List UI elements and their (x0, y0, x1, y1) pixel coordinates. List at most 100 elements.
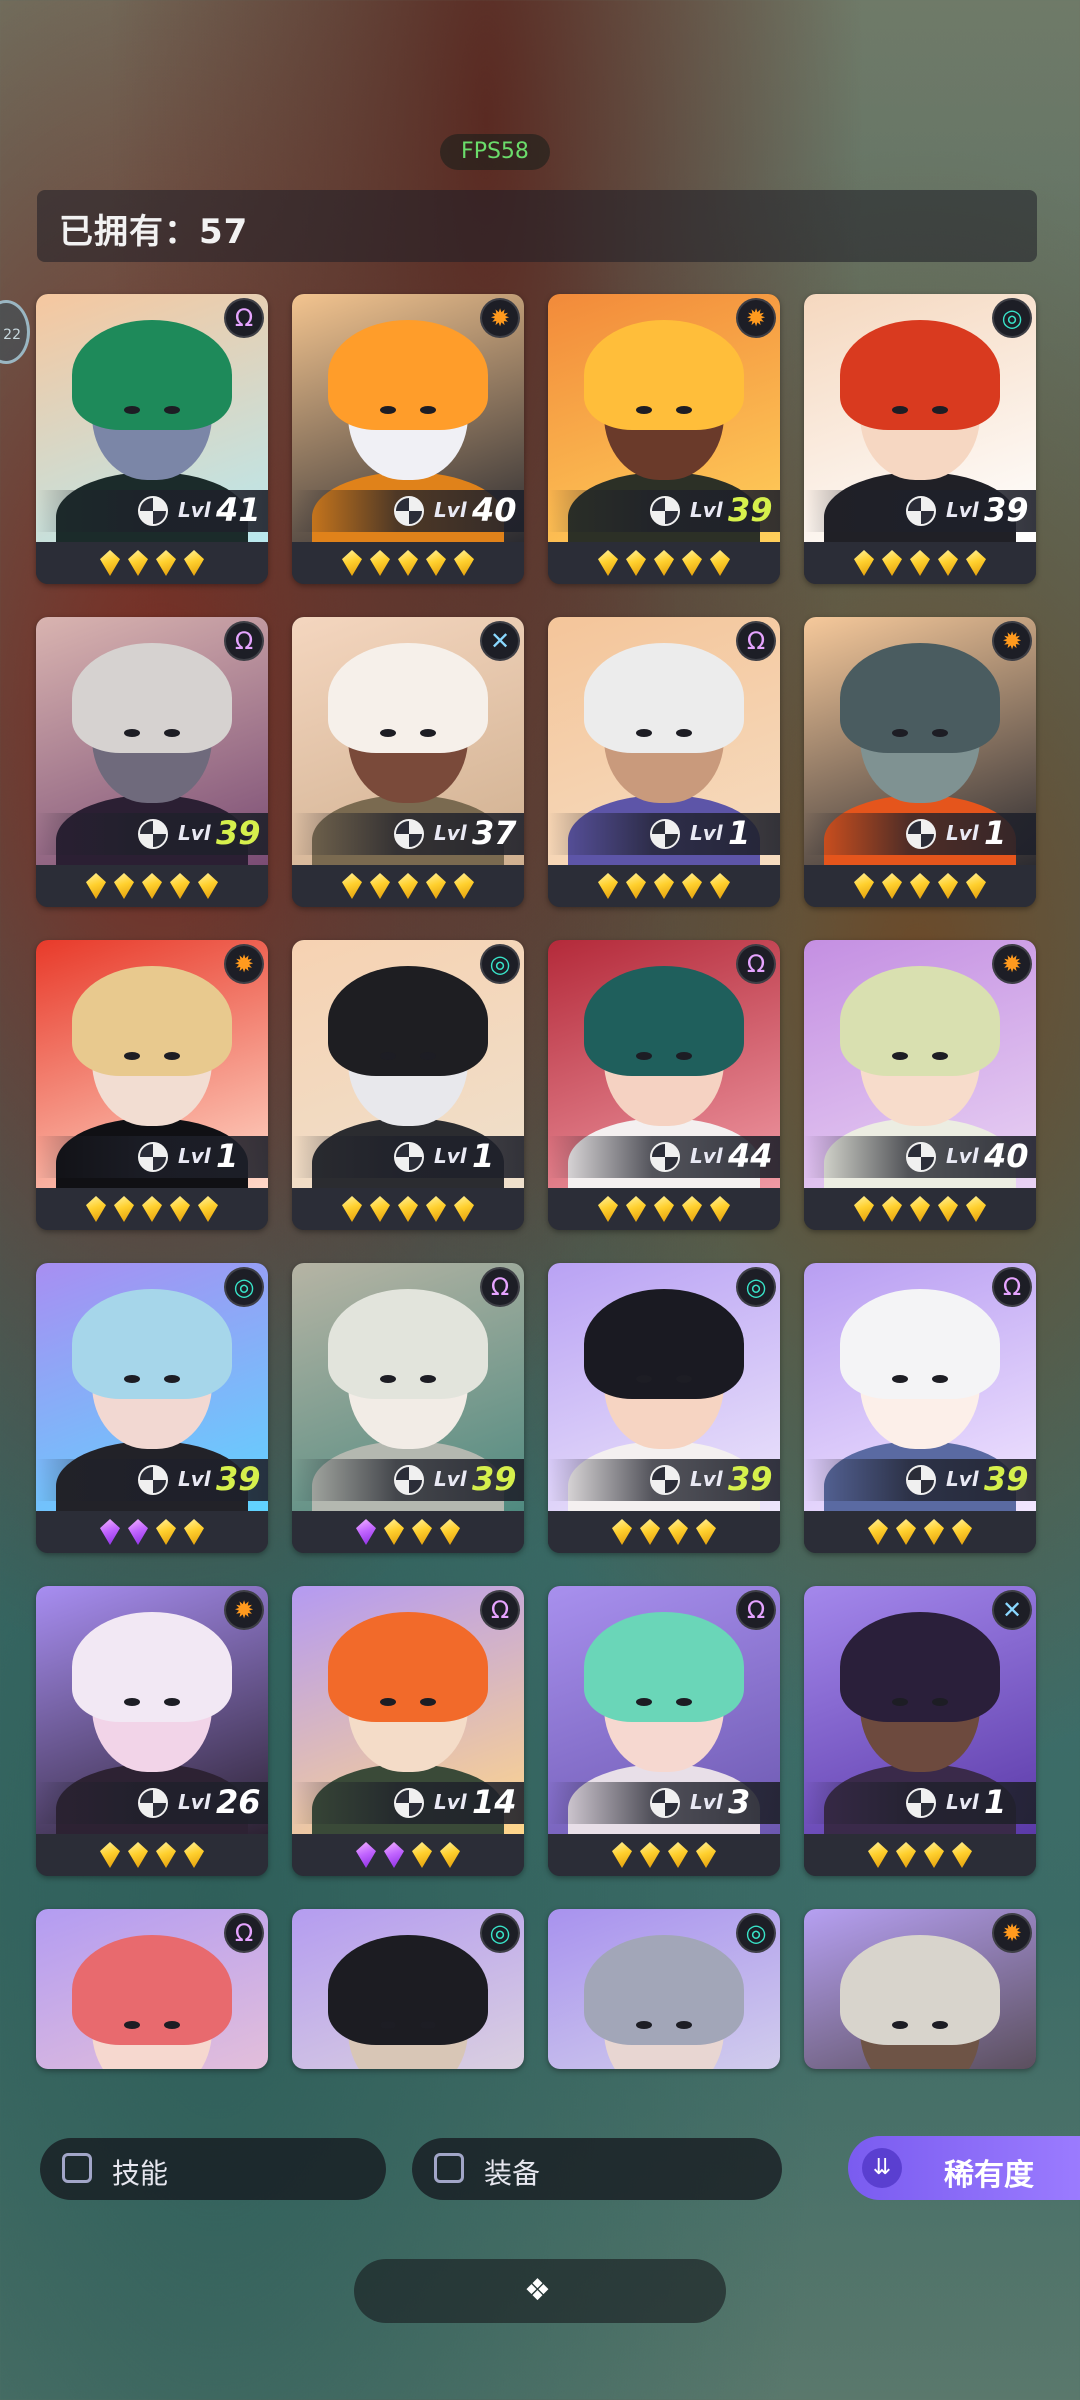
level-label: Lvl (946, 821, 979, 845)
hero-card[interactable]: ✹ Lvl 26 (36, 1586, 268, 1876)
star-gems (36, 1511, 268, 1553)
gold-gem-icon (640, 1519, 660, 1545)
gold-gem-icon (626, 873, 646, 899)
level-row: Lvl 1 (548, 813, 780, 855)
faction-sun-icon: ✹ (992, 621, 1032, 661)
gold-gem-icon (910, 873, 930, 899)
level-label: Lvl (690, 498, 723, 522)
gold-gem-icon (938, 550, 958, 576)
gold-gem-icon (854, 873, 874, 899)
hero-card[interactable]: ✹ Lvl 1 (36, 940, 268, 1230)
star-gems (292, 1511, 524, 1553)
hero-card[interactable]: Ω Lvl 3 (548, 1586, 780, 1876)
level-row: Lvl 44 (548, 1136, 780, 1178)
level-label: Lvl (178, 498, 211, 522)
level-row: Lvl 39 (804, 1459, 1036, 1501)
faction-omega-icon: Ω (224, 621, 264, 661)
hero-card[interactable]: Ω Lvl 14 (292, 1586, 524, 1876)
gold-gem-icon (598, 550, 618, 576)
gold-gem-icon (114, 1196, 134, 1222)
hero-card[interactable]: Ω Lvl 1 (548, 617, 780, 907)
level-row: Lvl 39 (36, 1459, 268, 1501)
skill-wheel-icon (650, 1142, 680, 1172)
skill-checkbox[interactable] (62, 2153, 92, 2183)
level-row: Lvl 40 (804, 1136, 1036, 1178)
level-number: 40 (472, 491, 517, 529)
level-number: 44 (728, 1137, 773, 1175)
gold-gem-icon (626, 550, 646, 576)
gold-gem-icon (142, 873, 162, 899)
gold-gem-icon (910, 1196, 930, 1222)
faction-sun-icon: ✹ (736, 298, 776, 338)
hero-card[interactable]: ✹ Lvl 40 (804, 940, 1036, 1230)
level-row: Lvl 39 (548, 1459, 780, 1501)
faction-spiral-icon: ◎ (480, 944, 520, 984)
gold-gem-icon (952, 1842, 972, 1868)
gold-gem-icon (128, 1842, 148, 1868)
bottom-expand-handle[interactable]: ❖ (354, 2259, 726, 2323)
purple-gem-icon (100, 1519, 120, 1545)
hero-card[interactable]: ◎ (292, 1909, 524, 2069)
star-gems (36, 1188, 268, 1230)
purple-gem-icon (356, 1842, 376, 1868)
hero-card[interactable]: Ω Lvl 39 (36, 617, 268, 907)
hero-card[interactable]: ◎ Lvl 39 (36, 1263, 268, 1553)
hero-card[interactable]: ✹ Lvl 1 (804, 617, 1036, 907)
level-label: Lvl (946, 1144, 979, 1168)
level-number: 14 (472, 1783, 517, 1821)
hero-card[interactable]: ◎ Lvl 39 (548, 1263, 780, 1553)
hero-card[interactable]: ✕ Lvl 37 (292, 617, 524, 907)
level-number: 39 (472, 1460, 517, 1498)
gold-gem-icon (440, 1842, 460, 1868)
level-label: Lvl (434, 1144, 467, 1168)
gold-gem-icon (100, 550, 120, 576)
hero-card[interactable]: ◎ (548, 1909, 780, 2069)
hero-card[interactable]: Ω Lvl 44 (548, 940, 780, 1230)
skill-filter-toggle[interactable]: 技能 (40, 2138, 386, 2200)
gold-gem-icon (412, 1842, 432, 1868)
gold-gem-icon (86, 1196, 106, 1222)
level-label: Lvl (178, 821, 211, 845)
skill-wheel-icon (394, 1788, 424, 1818)
gold-gem-icon (952, 1519, 972, 1545)
gold-gem-icon (626, 1196, 646, 1222)
star-gems (36, 865, 268, 907)
gold-gem-icon (966, 550, 986, 576)
gold-gem-icon (398, 873, 418, 899)
level-row: Lvl 1 (804, 813, 1036, 855)
gold-gem-icon (882, 1196, 902, 1222)
gold-gem-icon (896, 1519, 916, 1545)
level-label: Lvl (690, 1467, 723, 1491)
level-label: Lvl (434, 498, 467, 522)
level-number: 1 (216, 1137, 239, 1175)
double-chevron-down-icon: ⇊ (862, 2148, 902, 2188)
level-number: 41 (216, 491, 261, 529)
purple-gem-icon (128, 1519, 148, 1545)
hero-card[interactable]: Ω (36, 1909, 268, 2069)
hero-card[interactable]: Ω Lvl 41 (36, 294, 268, 584)
equip-filter-label: 装备 (484, 2157, 541, 2190)
gold-gem-icon (966, 873, 986, 899)
hero-card[interactable]: ✹ Lvl 39 (548, 294, 780, 584)
hero-card[interactable]: ◎ Lvl 39 (804, 294, 1036, 584)
rarity-sort-label: 稀有度 (944, 2158, 1034, 2193)
hero-card[interactable]: ✹ Lvl 40 (292, 294, 524, 584)
gold-gem-icon (882, 550, 902, 576)
equip-filter-toggle[interactable]: 装备 (412, 2138, 782, 2200)
equip-checkbox[interactable] (434, 2153, 464, 2183)
faction-spiral-icon: ◎ (224, 1267, 264, 1307)
star-gems (292, 1834, 524, 1876)
gold-gem-icon (710, 1196, 730, 1222)
faction-omega-icon: Ω (224, 1913, 264, 1953)
skill-wheel-icon (138, 1465, 168, 1495)
hero-card[interactable]: Ω Lvl 39 (804, 1263, 1036, 1553)
rarity-sort-button[interactable]: ⇊ 稀有度 (848, 2136, 1080, 2200)
hero-card[interactable]: ✹ (804, 1909, 1036, 2069)
hero-card[interactable]: ◎ Lvl 1 (292, 940, 524, 1230)
gold-gem-icon (384, 1519, 404, 1545)
level-number: 1 (472, 1137, 495, 1175)
hero-card[interactable]: Ω Lvl 39 (292, 1263, 524, 1553)
level-label: Lvl (946, 1467, 979, 1491)
level-number: 39 (728, 491, 773, 529)
hero-card[interactable]: ✕ Lvl 1 (804, 1586, 1036, 1876)
